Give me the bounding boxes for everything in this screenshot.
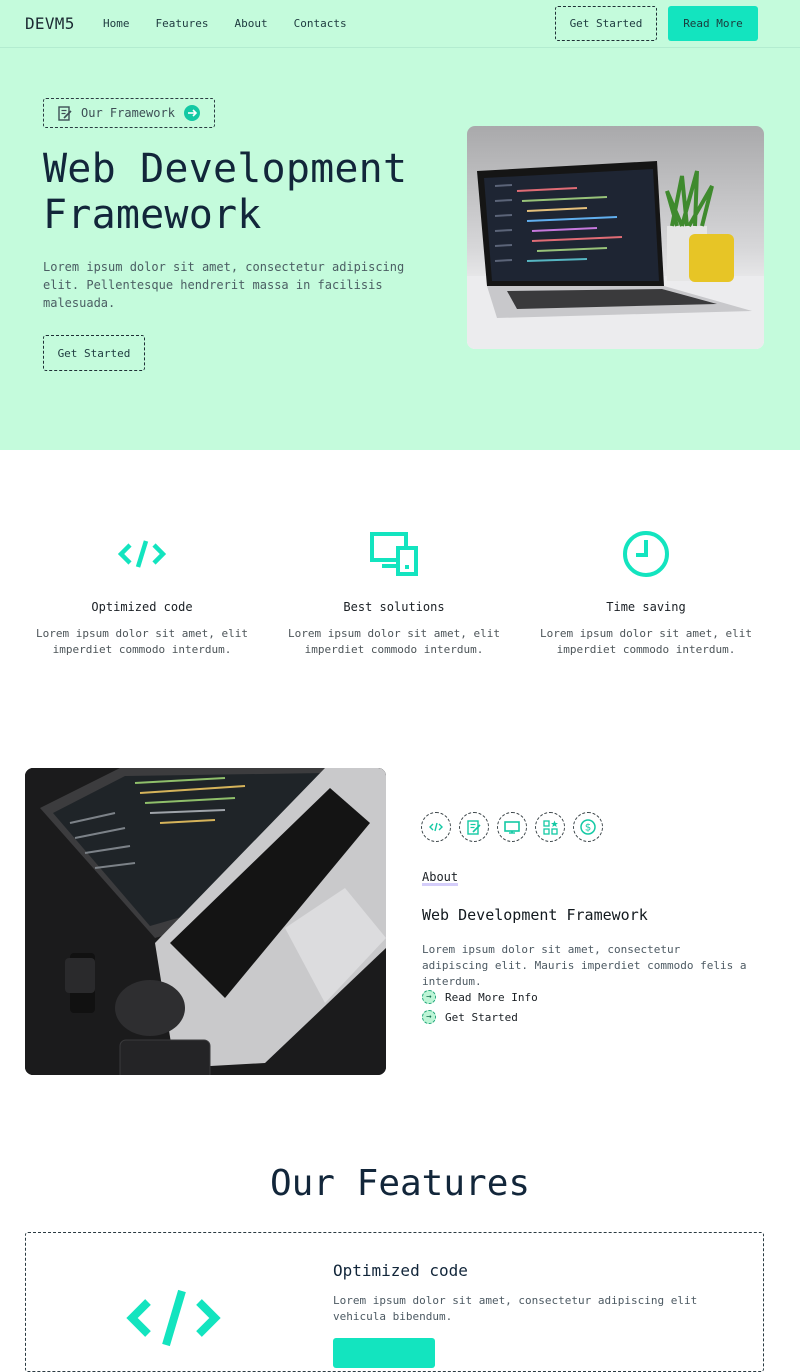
logo[interactable]: DEVM5: [25, 14, 75, 33]
card-button[interactable]: [333, 1338, 435, 1368]
read-more-info-link[interactable]: → Read More Info: [422, 990, 538, 1004]
about-icon-dollar[interactable]: $: [573, 812, 603, 842]
get-started-link[interactable]: → Get Started: [422, 1010, 518, 1024]
about-icon-apps[interactable]: [535, 812, 565, 842]
card-description: Lorem ipsum dolor sit amet, consectetur …: [333, 1294, 698, 1323]
nav-link-home[interactable]: Home: [103, 17, 130, 30]
about-description: Lorem ipsum dolor sit amet, consectetur …: [422, 943, 747, 988]
nav-read-more-button[interactable]: Read More: [668, 6, 758, 41]
nav-get-started-button[interactable]: Get Started: [555, 6, 657, 41]
hero-get-started-button[interactable]: Get Started: [43, 335, 145, 371]
apps-icon: [542, 819, 558, 835]
clock-icon: [520, 530, 772, 578]
hero-title: Web Development Framework: [43, 146, 408, 238]
dollar-icon: $: [580, 819, 596, 835]
code-icon: [126, 1288, 221, 1352]
about-laptop-image: [25, 768, 386, 1075]
link-label: Read More Info: [445, 990, 538, 1004]
devices-icon: [268, 530, 520, 578]
nav-link-contacts[interactable]: Contacts: [294, 17, 347, 30]
hero-description: Lorem ipsum dolor sit amet, consectetur …: [43, 260, 405, 310]
feature-best-solutions: Best solutions Lorem ipsum dolor sit ame…: [268, 530, 520, 658]
about-icon-code[interactable]: [421, 812, 451, 842]
top-navbar: DEVM5 Home Features About Contacts Get S…: [0, 0, 800, 48]
arrow-right-icon: →: [422, 1010, 436, 1024]
tag-label: Our Framework: [81, 106, 175, 120]
edit-note-icon: [58, 105, 72, 121]
link-label: Get Started: [445, 1010, 518, 1024]
edit-icon: [467, 819, 481, 835]
monitor-icon: [504, 820, 520, 834]
feature-title: Best solutions: [343, 600, 445, 614]
arrow-right-icon: [184, 105, 200, 121]
feature-title: Optimized code: [91, 600, 193, 614]
hero-laptop-image: [467, 126, 764, 349]
about-icon-edit[interactable]: [459, 812, 489, 842]
about-icon-monitor[interactable]: [497, 812, 527, 842]
svg-text:$: $: [585, 823, 591, 834]
feature-title: Time saving: [606, 600, 686, 614]
about-title: Web Development Framework: [422, 906, 648, 924]
hero-section: Our Framework Web Development Framework …: [0, 48, 800, 450]
code-icon: [429, 822, 443, 832]
framework-tag[interactable]: Our Framework: [43, 98, 215, 128]
feature-card: Optimized code Lorem ipsum dolor sit ame…: [25, 1232, 764, 1372]
nav-link-features[interactable]: Features: [156, 17, 209, 30]
feature-description: Lorem ipsum dolor sit amet, elit imperdi…: [36, 627, 248, 656]
feature-time-saving: Time saving Lorem ipsum dolor sit amet, …: [520, 530, 772, 658]
code-icon: [16, 530, 268, 578]
nav-link-about[interactable]: About: [234, 17, 267, 30]
feature-optimized-code: Optimized code Lorem ipsum dolor sit ame…: [16, 530, 268, 658]
feature-description: Lorem ipsum dolor sit amet, elit imperdi…: [540, 627, 752, 656]
our-features-title: Our Features: [269, 1163, 531, 1204]
arrow-right-icon: →: [422, 990, 436, 1004]
about-label: About: [422, 870, 459, 886]
nav-links: Home Features About Contacts: [103, 17, 373, 30]
feature-description: Lorem ipsum dolor sit amet, elit imperdi…: [288, 627, 500, 656]
card-title: Optimized code: [333, 1261, 468, 1280]
